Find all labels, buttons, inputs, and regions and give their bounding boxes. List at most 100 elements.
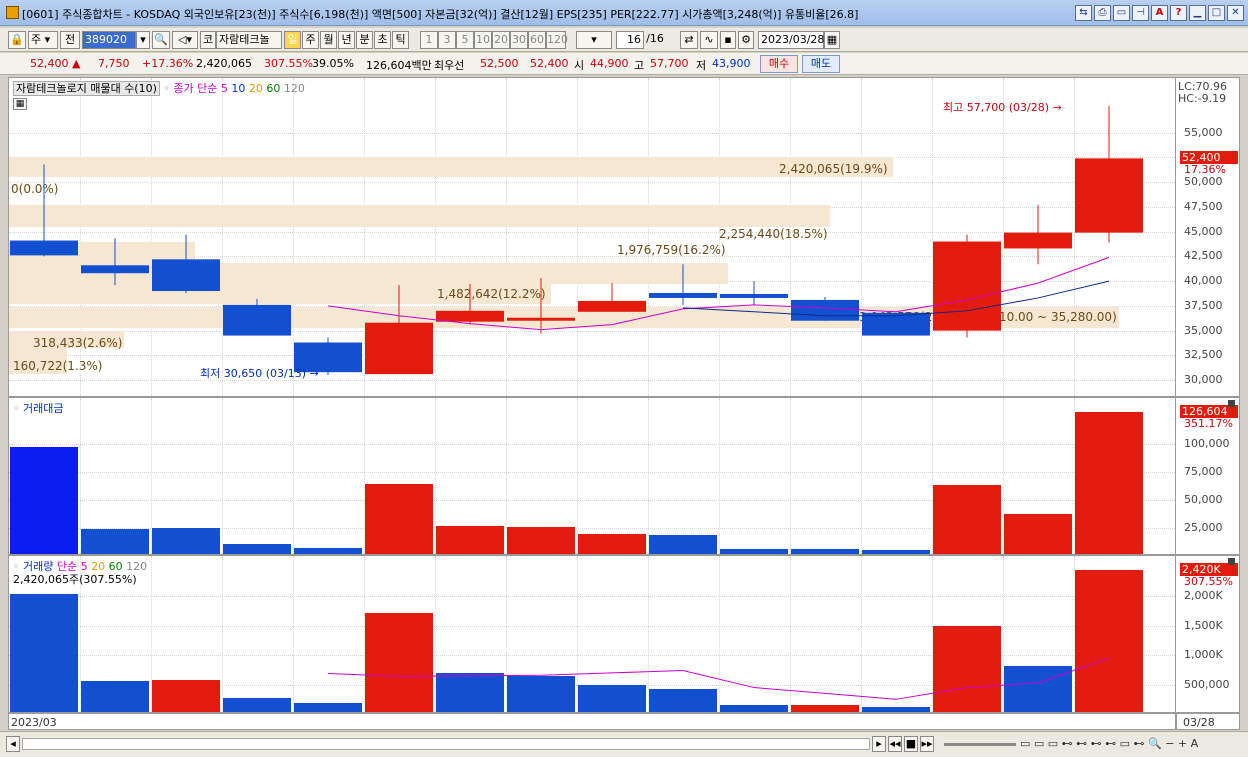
print-icon[interactable]: ⎙: [1094, 5, 1111, 21]
interval-button-7[interactable]: 120: [546, 31, 568, 49]
candle-body[interactable]: [365, 322, 433, 375]
period-button-2[interactable]: 월: [320, 31, 337, 49]
price-chart-panel[interactable]: 0(0.0%)0(0.0%)2,420,065(19.9%)2,254,440(…: [8, 77, 1176, 397]
amount-bar[interactable]: [294, 548, 362, 554]
price-legend: 자람테크놀로지 매물대 수(10) ◦ 종가 단순 5 10 20 60 120: [13, 80, 305, 96]
candle-body[interactable]: [720, 293, 788, 298]
candle-body[interactable]: [223, 304, 291, 336]
search-icon[interactable]: 🔍: [152, 31, 170, 49]
price-tick-label: 45,000: [1184, 224, 1223, 238]
candle-body[interactable]: [10, 240, 78, 256]
panel-close-icon[interactable]: [1228, 400, 1235, 407]
type-select[interactable]: 주 ▾: [28, 31, 58, 49]
link-icon[interactable]: ⇆: [1075, 5, 1092, 21]
amount-bar[interactable]: [1004, 513, 1072, 554]
dropdown-icon[interactable]: ▾: [136, 31, 150, 49]
prev-button[interactable]: 전: [60, 31, 80, 49]
zoom-slider[interactable]: [944, 743, 1016, 746]
date-input[interactable]: 2023/03/28: [758, 31, 824, 49]
vertical-gridline: [789, 398, 791, 554]
amount-chart-panel[interactable]: ◦ 거래대금: [8, 397, 1176, 555]
amount-bar[interactable]: [436, 525, 504, 554]
amount-title: 거래대금: [23, 402, 64, 415]
amount-bar[interactable]: [10, 447, 78, 554]
period-button-0[interactable]: 일: [284, 31, 301, 49]
scroll-left-icon[interactable]: ◂: [6, 736, 20, 752]
interval-button-3[interactable]: 10: [474, 31, 492, 49]
calendar-icon[interactable]: ▦: [824, 31, 840, 49]
indicator-icon[interactable]: ∿: [700, 31, 718, 49]
candle-body[interactable]: [578, 300, 646, 312]
price-tick-label: 55,000: [1184, 125, 1223, 139]
period-button-3[interactable]: 년: [338, 31, 355, 49]
price-axis: LC:70.96 HC:-9.19 55,00052,50050,00047,5…: [1176, 77, 1240, 397]
candle-body[interactable]: [1004, 232, 1072, 249]
window-icon[interactable]: ▭: [1113, 5, 1130, 21]
candle-body[interactable]: [791, 299, 859, 321]
interval-button-2[interactable]: 5: [456, 31, 474, 49]
candle-body[interactable]: [1075, 158, 1143, 233]
stop-icon[interactable]: ■: [904, 736, 918, 752]
save-icon[interactable]: ▪: [720, 31, 736, 49]
amount-bar[interactable]: [507, 527, 575, 554]
close-button[interactable]: ✕: [1227, 5, 1244, 21]
interval-button-5[interactable]: 30: [510, 31, 528, 49]
lock-icon[interactable]: 🔒: [8, 31, 26, 49]
volume-chart-panel[interactable]: ◦ 거래량 단순 5 20 60 120 2,420,065주(307.55%): [8, 555, 1176, 713]
candle-body[interactable]: [933, 241, 1001, 331]
font-icon[interactable]: A: [1151, 5, 1168, 21]
sound-icon[interactable]: ◁▾: [172, 31, 198, 49]
compare-icon[interactable]: ⇄: [680, 31, 698, 49]
high-price: 57,700: [650, 57, 689, 70]
amount-bar[interactable]: [365, 484, 433, 554]
sell-button[interactable]: 매도: [802, 55, 840, 73]
vertical-gridline: [221, 398, 223, 554]
period-button-6[interactable]: 틱: [392, 31, 409, 49]
amount-bar[interactable]: [862, 550, 930, 554]
interval-button-6[interactable]: 60: [528, 31, 546, 49]
best-bid: 52,500: [480, 57, 519, 70]
forward-icon[interactable]: ▸▸: [920, 736, 934, 752]
amount-bar[interactable]: [578, 534, 646, 554]
drawing-tools-icon[interactable]: ▭ ▭ ▭ ⊷ ⊷ ⊷ ⊷ ▭ ⊷ 🔍 − + A: [1020, 737, 1198, 750]
count-input[interactable]: 16: [616, 31, 644, 49]
period-button-4[interactable]: 분: [356, 31, 373, 49]
amount-bar[interactable]: [791, 548, 859, 554]
help-icon[interactable]: ?: [1170, 5, 1187, 21]
grid-toggle-icon[interactable]: ▦: [13, 98, 27, 110]
candle-body[interactable]: [81, 265, 149, 274]
interval-button-0[interactable]: 1: [420, 31, 438, 49]
period-button-1[interactable]: 주: [302, 31, 319, 49]
play-icon[interactable]: ▸: [872, 736, 886, 752]
amount-bar[interactable]: [720, 548, 788, 554]
interval-button-4[interactable]: 20: [492, 31, 510, 49]
amount-bar[interactable]: [1075, 411, 1143, 554]
amount-bar[interactable]: [152, 528, 220, 554]
candle-body[interactable]: [152, 259, 220, 292]
hc-label: HC:-9.19: [1178, 92, 1227, 105]
interval-button-1[interactable]: 3: [438, 31, 456, 49]
interval-select[interactable]: ▾: [576, 31, 612, 49]
candle-body[interactable]: [649, 292, 717, 298]
candle-body[interactable]: [436, 310, 504, 322]
maximize-button[interactable]: □: [1208, 5, 1225, 21]
stock-code-input[interactable]: 389020: [82, 31, 136, 49]
amount-bar[interactable]: [649, 535, 717, 554]
window-title: [0601] 주식종합차트 - KOSDAQ 외국인보유[23(천)] 주식수[…: [22, 8, 859, 21]
pin-icon[interactable]: ⊣: [1132, 5, 1149, 21]
panel-close-icon[interactable]: [1228, 558, 1235, 565]
period-button-5[interactable]: 초: [374, 31, 391, 49]
amount-bar[interactable]: [81, 529, 149, 554]
minimize-button[interactable]: ▁: [1189, 5, 1206, 21]
scrollbar-track[interactable]: [22, 738, 870, 750]
amount-bar[interactable]: [933, 485, 1001, 554]
amount-tick-label: 75,000: [1184, 464, 1223, 478]
market-label[interactable]: 코: [200, 31, 216, 49]
amount-tick-label: 100,000: [1184, 436, 1230, 450]
gear-icon[interactable]: ⚙: [738, 31, 754, 49]
amount-bar[interactable]: [223, 543, 291, 554]
rewind-icon[interactable]: ◂◂: [888, 736, 902, 752]
candle-body[interactable]: [507, 317, 575, 321]
volume-tick-label: 1,000K: [1184, 648, 1223, 662]
buy-button[interactable]: 매수: [760, 55, 798, 73]
